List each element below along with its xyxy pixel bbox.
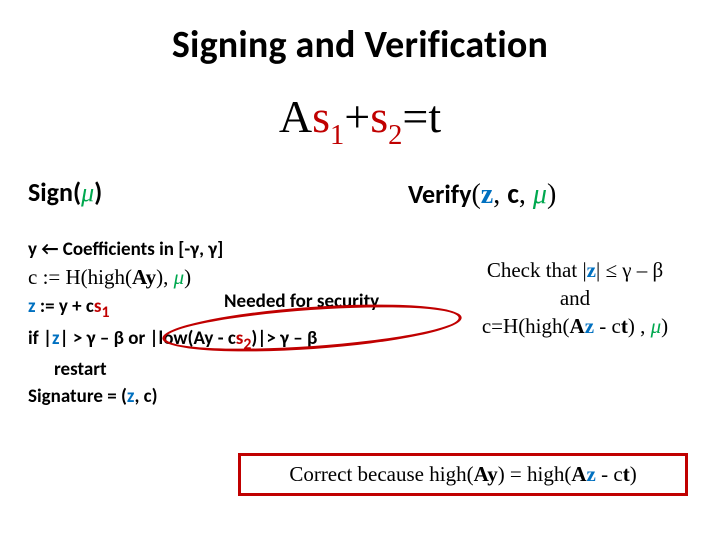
slide-title: Signing and Verification — [28, 22, 692, 68]
cr-p4: ) — [630, 462, 637, 486]
l2-A: A — [132, 265, 146, 289]
sign-mu: μ — [81, 178, 94, 207]
sign-body: y ← Coefficients in [-γ, γ] c := H(high(… — [28, 235, 448, 411]
sign-line-6: Signature = (z, c) — [28, 384, 448, 409]
c1-p2: | ≤ γ – β — [596, 258, 663, 282]
sign-line-1: y ← Coefficients in [-γ, γ] — [28, 237, 448, 262]
sign-line-5: restart — [28, 357, 448, 382]
verify-z: z — [481, 179, 493, 210]
l2-p6: ) — [184, 265, 191, 289]
l3-p4: + c — [68, 295, 94, 318]
l4-p4: )|> γ – β — [251, 327, 317, 350]
cr-z: z — [587, 462, 596, 486]
c2-p1: c=H(high( — [482, 314, 570, 338]
sign-close: ) — [94, 176, 102, 208]
c1-z: z — [587, 258, 596, 282]
needed-label: Needed for security — [224, 289, 379, 314]
c2-mu: μ — [651, 314, 662, 338]
sign-label: Sign( — [28, 176, 81, 208]
c1-p1: Check that | — [487, 258, 587, 282]
l2-p2: := H(high( — [37, 265, 132, 289]
c2-p4: ) — [661, 314, 668, 338]
verify-c2: , — [519, 179, 533, 210]
cr-p3: - c — [596, 462, 623, 486]
eq-s1: s — [312, 91, 330, 142]
l2-mu: μ — [174, 265, 185, 289]
cr-A1: A — [474, 462, 488, 486]
eq-eq: = — [402, 91, 428, 142]
l4-p2: | > γ – β or |low( — [60, 327, 194, 350]
l3-z: z — [28, 295, 36, 318]
eq-sub2: 2 — [388, 120, 402, 151]
slide: Signing and Verification As1+s2=t Sign(μ… — [0, 0, 720, 540]
verify-header: Verify(z, c, μ) — [328, 176, 692, 211]
l1-y: y — [28, 238, 37, 261]
l4-p3: - c — [213, 327, 235, 350]
verify-mu: μ — [533, 179, 547, 210]
verify-label: Verify — [408, 178, 471, 210]
l6-p1: Signature = ( — [28, 385, 127, 408]
main-equation: As1+s2=t — [28, 90, 692, 150]
l4-A: A — [193, 327, 204, 350]
correct-box: Correct because high(Ay) = high(Az - ct) — [238, 453, 688, 496]
sign-line-4: if |z| > γ – β or |low(Ay - cs2)|> γ – β — [28, 326, 448, 356]
l2-y: y — [146, 265, 157, 289]
l2-p5: ), — [156, 265, 174, 289]
eq-A: A — [279, 91, 312, 142]
cr-t: t — [623, 462, 630, 486]
verify-c1: , — [493, 179, 507, 210]
l2-c: c — [28, 265, 37, 289]
c2-A: A — [570, 314, 585, 338]
cr-p1: Correct because high( — [289, 462, 473, 486]
c2-z: z — [585, 314, 594, 338]
l3-p2: := — [36, 295, 59, 318]
cr-p2: ) = high( — [498, 462, 572, 486]
c2-p3: ) , — [628, 314, 651, 338]
cr-A2: A — [571, 462, 586, 486]
eq-s2: s — [370, 91, 388, 142]
l1-rest: ← Coefficients in [-γ, γ] — [37, 238, 223, 261]
eq-sub1: 1 — [330, 120, 344, 151]
l4-p1: if | — [28, 327, 52, 350]
l3-y: y — [59, 295, 68, 318]
verify-c: c — [507, 176, 519, 211]
eq-plus: + — [344, 91, 370, 142]
verify-close: ) — [547, 179, 556, 210]
verify-and: and — [458, 285, 692, 313]
c2-p2: - c — [594, 314, 621, 338]
l6-p2: , c) — [134, 385, 157, 408]
verify-open: ( — [471, 179, 480, 210]
sign-header: Sign(μ) — [28, 176, 328, 211]
verify-line-1: Check that |z| ≤ γ – β — [458, 257, 692, 285]
cr-y: y — [487, 462, 498, 486]
c2-t: t — [621, 314, 628, 338]
l3-sub: 1 — [101, 303, 109, 322]
verify-line-2: c=H(high(Az - ct) , μ) — [458, 313, 692, 341]
sign-line-2: c := H(high(Ay), μ) — [28, 264, 448, 292]
section-headers: Sign(μ) Verify(z, c, μ) — [28, 176, 692, 211]
l4-z: z — [52, 327, 60, 350]
eq-t: t — [428, 91, 441, 142]
verify-body: Check that |z| ≤ γ – β and c=H(high(Az -… — [448, 235, 692, 411]
body-row: y ← Coefficients in [-γ, γ] c := H(high(… — [28, 235, 692, 411]
